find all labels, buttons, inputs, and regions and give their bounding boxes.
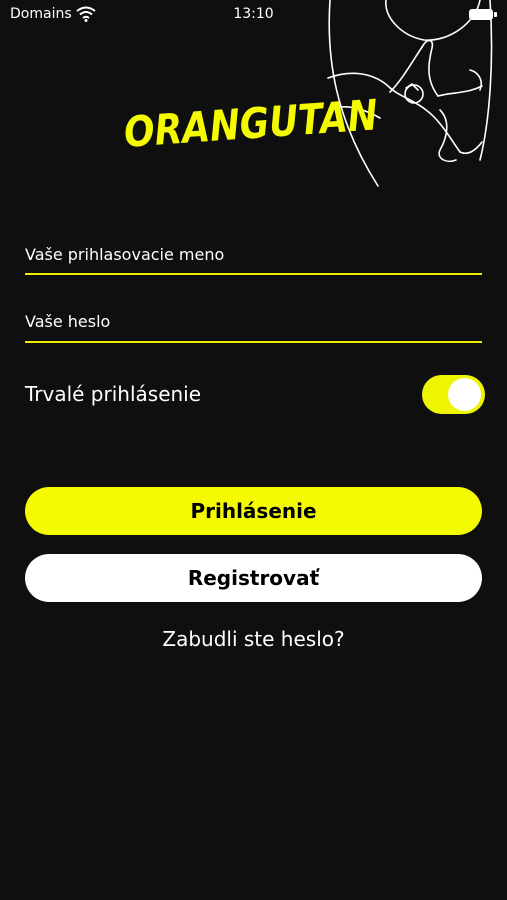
register-button[interactable]: Registrovať xyxy=(25,554,482,602)
logo-text: ORANGUTAN xyxy=(122,90,379,157)
username-field[interactable]: Vaše prihlasovacie meno xyxy=(25,243,482,275)
forgot-password-link[interactable]: Zabudli ste heslo? xyxy=(0,627,507,651)
username-placeholder: Vaše prihlasovacie meno xyxy=(25,245,225,264)
password-field[interactable]: Vaše heslo xyxy=(25,310,482,344)
remember-toggle[interactable] xyxy=(422,375,485,414)
app-logo: ORANGUTAN xyxy=(122,90,379,157)
toggle-knob xyxy=(448,378,481,411)
username-underline xyxy=(25,273,482,275)
password-underline xyxy=(25,341,482,343)
password-placeholder: Vaše heslo xyxy=(25,312,111,331)
remember-label: Trvalé prihlásenie xyxy=(25,382,202,406)
login-button[interactable]: Prihlásenie xyxy=(25,487,482,535)
